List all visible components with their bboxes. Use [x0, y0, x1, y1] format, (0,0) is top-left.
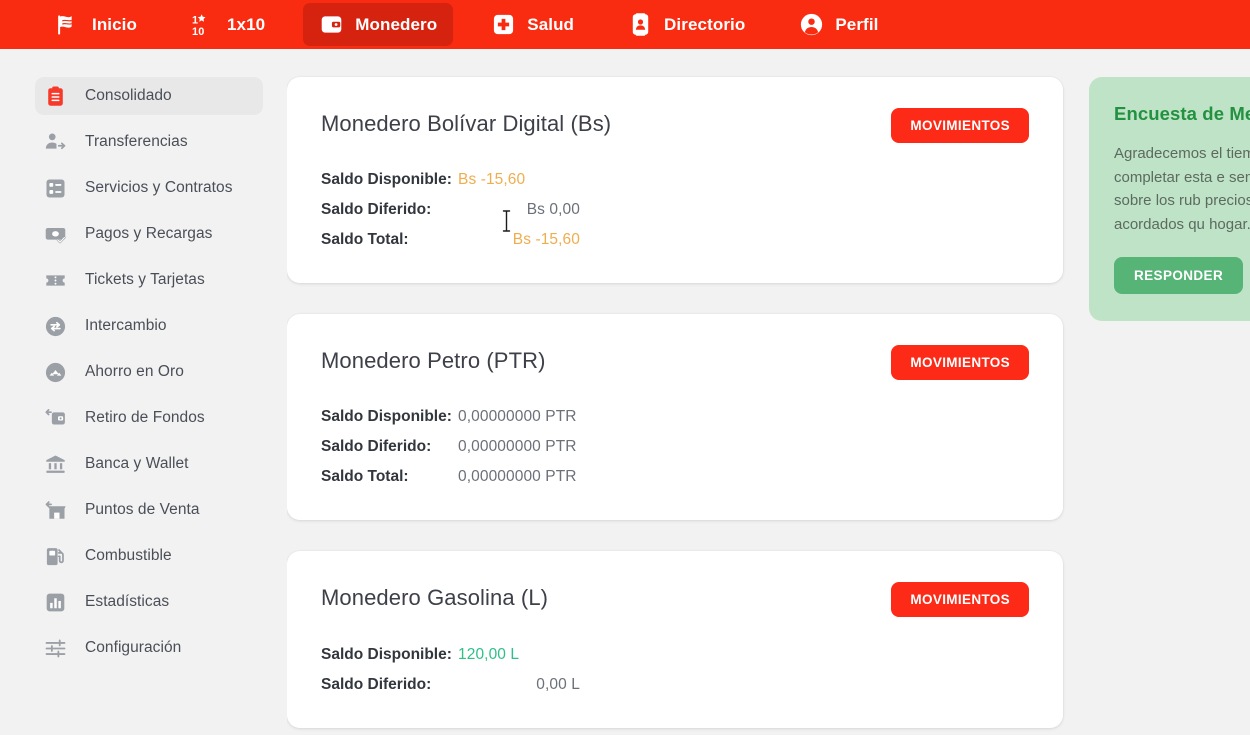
flag-icon — [56, 12, 81, 37]
balance-label: Saldo Diferido: — [321, 438, 432, 456]
sidebar-item-label: Servicios y Contratos — [85, 179, 233, 196]
balance-list: Saldo Disponible: 0,00000000 PTR Saldo D… — [321, 408, 1029, 486]
balance-row: Saldo Diferido: Bs 0,00 — [321, 201, 1029, 219]
balance-label: Saldo Total: — [321, 468, 409, 486]
balance-row: Saldo Disponible: Bs -15,60 — [321, 171, 1029, 189]
wallet-card: Monedero Petro (PTR) MOVIMIENTOS Saldo D… — [287, 314, 1063, 521]
sidebar-item-consolidado[interactable]: Consolidado — [35, 77, 263, 115]
sidebar-item-pagos-y-recargas[interactable]: Pagos y Recargas — [35, 215, 263, 253]
balance-label: Saldo Disponible: — [321, 408, 452, 426]
sidebar-item-label: Retiro de Fondos — [85, 409, 205, 426]
balance-list: Saldo Disponible: Bs -15,60 Saldo Diferi… — [321, 171, 1029, 249]
balance-row: Saldo Total: Bs -15,60 — [321, 231, 1029, 249]
sidebar-item-label: Transferencias — [85, 133, 188, 150]
sidebar-item-label: Tickets y Tarjetas — [85, 271, 205, 288]
wallet-icon — [319, 12, 344, 37]
nav-item-perfil[interactable]: Perfil — [783, 3, 894, 46]
bar-chart-icon — [44, 591, 67, 614]
checklist-icon — [44, 177, 67, 200]
sidebar-item-transferencias[interactable]: Transferencias — [35, 123, 263, 161]
sidebar-item-label: Banca y Wallet — [85, 455, 189, 472]
balance-label: Saldo Total: — [321, 231, 409, 249]
balance-label: Saldo Diferido: — [321, 675, 432, 693]
nav-item-salud[interactable]: Salud — [475, 3, 590, 46]
one-by-ten-icon: 1 10 — [191, 12, 216, 37]
store-icon — [44, 499, 67, 522]
sidebar-item-ahorro-en-oro[interactable]: Ahorro en Oro — [35, 353, 263, 391]
responder-button[interactable]: RESPONDER — [1114, 256, 1244, 294]
id-card-icon — [628, 12, 653, 37]
balance-list: Saldo Disponible: 120,00 L Saldo Diferid… — [321, 646, 1029, 694]
sidebar-item-intercambio[interactable]: Intercambio — [35, 307, 263, 345]
balance-row: Saldo Total: 0,00000000 PTR — [321, 468, 1029, 486]
sidebar-navigation: Consolidado Transferencias Servicios y C… — [0, 49, 287, 735]
user-transfer-icon — [44, 131, 67, 154]
ticket-icon — [44, 269, 67, 292]
sidebar-item-tickets-y-tarjetas[interactable]: Tickets y Tarjetas — [35, 261, 263, 299]
sidebar-item-label: Combustible — [85, 547, 172, 564]
gold-savings-icon — [44, 361, 67, 384]
balance-row: Saldo Diferido: 0,00000000 PTR — [321, 438, 1029, 456]
sidebar-item-label: Puntos de Venta — [85, 501, 200, 518]
nav-item-label: Directorio — [664, 14, 746, 34]
nav-item-directorio[interactable]: Directorio — [612, 3, 761, 46]
top-navigation-bar: Inicio 1 10 1x10 Monedero Salud Directori… — [0, 0, 1250, 49]
sidebar-item-retiro-de-fondos[interactable]: Retiro de Fondos — [35, 399, 263, 437]
wallet-card: Monedero Bolívar Digital (Bs) MOVIMIENTO… — [287, 77, 1063, 284]
nav-item-1x10[interactable]: 1 10 1x10 — [175, 3, 281, 46]
balance-label: Saldo Disponible: — [321, 171, 452, 189]
balance-value: Bs 0,00 — [526, 201, 580, 219]
sliders-icon — [44, 637, 67, 660]
sidebar-item-label: Pagos y Recargas — [85, 225, 213, 242]
nav-item-label: Salud — [527, 14, 575, 34]
withdraw-icon — [44, 407, 67, 430]
movimientos-button[interactable]: MOVIMIENTOS — [891, 108, 1029, 143]
banknote-check-icon — [44, 223, 67, 246]
balance-row: Saldo Disponible: 0,00000000 PTR — [321, 408, 1029, 426]
sidebar-item-puntos-de-venta[interactable]: Puntos de Venta — [35, 491, 263, 529]
sidebar-item-label: Consolidado — [85, 87, 172, 104]
nav-item-label: 1x10 — [227, 14, 266, 34]
sidebar-item-servicios-y-contratos[interactable]: Servicios y Contratos — [35, 169, 263, 207]
survey-body-text: Agradecemos el tiem para completar esta … — [1114, 145, 1250, 234]
balance-value: Bs -15,60 — [512, 231, 580, 249]
nav-item-inicio[interactable]: Inicio — [40, 3, 153, 46]
clipboard-icon — [44, 85, 67, 108]
sidebar-item-banca-y-wallet[interactable]: Banca y Wallet — [35, 445, 263, 483]
medical-cross-icon — [491, 12, 516, 37]
balance-value: 0,00000000 PTR — [458, 468, 577, 486]
balance-value: 0,00000000 PTR — [458, 408, 577, 426]
bank-icon — [44, 453, 67, 476]
svg-text:10: 10 — [192, 26, 204, 37]
wallet-card: Monedero Gasolina (L) MOVIMIENTOS Saldo … — [287, 551, 1063, 728]
nav-item-label: Inicio — [92, 14, 137, 34]
balance-value: 120,00 L — [458, 645, 520, 663]
sidebar-item-estadisticas[interactable]: Estadísticas — [35, 583, 263, 621]
movimientos-button[interactable]: MOVIMIENTOS — [891, 345, 1029, 381]
balance-value: Bs -15,60 — [458, 171, 526, 189]
balance-label: Saldo Diferido: — [321, 201, 432, 219]
balance-row: Saldo Diferido: 0,00 L — [321, 676, 1029, 694]
survey-title: Encuesta de Merca — [1114, 103, 1250, 124]
balance-value: 0,00 L — [536, 675, 580, 693]
sidebar-item-combustible[interactable]: Combustible — [35, 537, 263, 575]
survey-panel: Encuesta de Merca Agradecemos el tiem pa… — [1089, 77, 1250, 321]
balance-value: 0,00000000 PTR — [458, 438, 577, 456]
nav-item-label: Monedero — [355, 14, 438, 34]
sidebar-item-label: Ahorro en Oro — [85, 363, 184, 380]
nav-item-monedero[interactable]: Monedero — [303, 3, 454, 46]
sidebar-item-label: Configuración — [85, 639, 182, 656]
balance-label: Saldo Disponible: — [321, 645, 452, 663]
fuel-pump-icon — [44, 545, 67, 568]
sidebar-item-label: Intercambio — [85, 317, 167, 334]
svg-text:1: 1 — [192, 14, 198, 26]
balance-row: Saldo Disponible: 120,00 L — [321, 646, 1029, 664]
sidebar-item-label: Estadísticas — [85, 593, 170, 610]
nav-item-label: Perfil — [835, 14, 879, 34]
movimientos-button[interactable]: MOVIMIENTOS — [891, 582, 1029, 618]
user-circle-icon — [799, 12, 824, 37]
exchange-icon — [44, 315, 67, 338]
sidebar-item-configuracion[interactable]: Configuración — [35, 629, 263, 667]
